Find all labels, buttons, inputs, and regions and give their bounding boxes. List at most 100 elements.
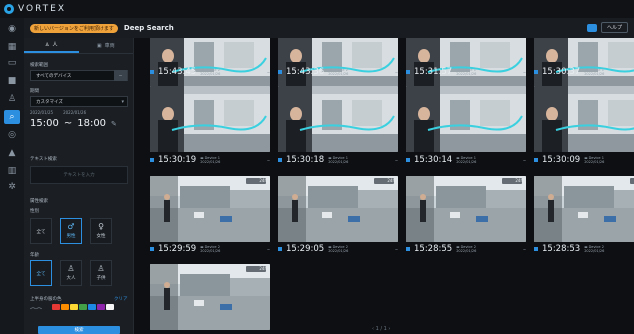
- result-date: 2022/01/26: [584, 72, 605, 76]
- select-checkbox-icon[interactable]: [406, 158, 410, 162]
- result-meta: ▬ Device 1 2022/01/26: [584, 156, 604, 165]
- more-options-icon[interactable]: –: [395, 69, 398, 76]
- date-from: 2022/01/25: [30, 110, 54, 115]
- camera-select-button[interactable]: ···: [114, 70, 127, 81]
- age-option-adult[interactable]: ♙ 大人: [60, 260, 82, 286]
- deep-search-icon[interactable]: ⌕: [4, 110, 20, 124]
- date-range: 2022/01/25 2022/01/26: [30, 110, 86, 115]
- more-options-icon[interactable]: –: [267, 157, 270, 164]
- tab-label: 人: [52, 42, 58, 48]
- select-checkbox-icon[interactable]: [406, 247, 410, 251]
- result-caption: 15:30:37▬ Device 12022/01/26–: [534, 66, 634, 78]
- select-checkbox-icon[interactable]: [278, 70, 282, 74]
- result-thumbnail[interactable]: [406, 86, 526, 152]
- option-label: 男性: [66, 234, 76, 239]
- search-button[interactable]: 検索: [38, 326, 120, 334]
- results-grid: 15:43:45 ▬ Device 2 2022/01/26–15:43:36 ▬ D…: [140, 38, 634, 334]
- option-label: 女性: [96, 234, 106, 239]
- select-checkbox-icon[interactable]: [150, 247, 154, 251]
- select-checkbox-icon[interactable]: [150, 70, 154, 74]
- playback-badge: 24h: [387, 178, 395, 183]
- select-checkbox-icon[interactable]: [534, 158, 538, 162]
- color-swatch[interactable]: [106, 304, 114, 310]
- color-swatch[interactable]: [88, 304, 96, 310]
- result-thumbnail[interactable]: 24h: [150, 176, 270, 242]
- palette-toggle-icon[interactable]: ⌒⌒: [30, 306, 42, 315]
- result-thumbnail[interactable]: 24h: [150, 264, 270, 330]
- camera-select-value: すべてのデバイス: [36, 73, 72, 79]
- result-date: 2022/01/26: [200, 249, 221, 253]
- app-logo-text: VORTEX: [18, 4, 67, 14]
- result-date: 2022/01/26: [456, 72, 477, 76]
- time-to[interactable]: 18:00: [77, 118, 106, 129]
- option-label: 子供: [96, 276, 106, 281]
- text-search-input[interactable]: テキストを入力: [30, 166, 128, 184]
- option-label: 全て: [36, 230, 46, 235]
- clear-colors-link[interactable]: クリア: [114, 296, 128, 302]
- monitor-icon[interactable]: ▭: [4, 56, 20, 70]
- color-swatch[interactable]: [52, 304, 60, 310]
- result-time: 15:28:53: [542, 244, 581, 254]
- camera-select[interactable]: すべてのデバイス ···: [30, 70, 128, 81]
- chat-icon[interactable]: [586, 23, 597, 32]
- result-meta: ▬ Device 2 2022/01/26: [200, 68, 220, 77]
- time-range[interactable]: 15:00 ~ 18:00 ✎: [30, 118, 117, 129]
- more-options-icon[interactable]: –: [523, 246, 526, 253]
- more-options-icon[interactable]: –: [523, 69, 526, 76]
- color-swatches: [52, 304, 114, 310]
- result-caption: 15:30:14 ▬ Device 1 2022/01/26 –: [406, 154, 526, 166]
- select-checkbox-icon[interactable]: [534, 70, 538, 74]
- period-select[interactable]: カスタマイズ ▾: [30, 96, 128, 107]
- more-options-icon[interactable]: –: [267, 246, 270, 253]
- camera-icon[interactable]: ■: [4, 74, 20, 88]
- result-time: 15:30:09: [542, 155, 581, 165]
- result-caption: 15:28:53▬ Device 22022/01/26–: [534, 243, 634, 255]
- result-thumbnail[interactable]: [534, 86, 634, 152]
- result-thumbnail[interactable]: 24h: [534, 176, 634, 242]
- result-thumbnail[interactable]: 24h: [278, 176, 398, 242]
- update-badge[interactable]: 新しいバージョンをご利用頂けます: [30, 23, 118, 33]
- edit-pencil-icon[interactable]: ✎: [111, 120, 117, 128]
- result-date: 2022/01/26: [328, 72, 349, 76]
- settings-gear-icon[interactable]: ✲: [4, 180, 20, 194]
- more-options-icon[interactable]: –: [395, 246, 398, 253]
- location-icon[interactable]: ◎: [4, 128, 20, 142]
- tab-vehicle[interactable]: ▣ 車両: [79, 38, 134, 53]
- male-icon: ♂: [67, 222, 75, 231]
- result-thumbnail[interactable]: [278, 86, 398, 152]
- color-swatch[interactable]: [61, 304, 69, 310]
- result-thumbnail[interactable]: 24h: [406, 176, 526, 242]
- color-swatch[interactable]: [97, 304, 105, 310]
- select-checkbox-icon[interactable]: [534, 247, 538, 251]
- female-icon: ♀: [98, 222, 104, 231]
- playback-badge: 24h: [515, 178, 523, 183]
- account-icon[interactable]: ◉: [4, 22, 20, 36]
- person-icon[interactable]: ♙: [4, 92, 20, 106]
- building-icon[interactable]: ▥: [4, 164, 20, 178]
- more-options-icon[interactable]: –: [395, 157, 398, 164]
- select-checkbox-icon[interactable]: [150, 158, 154, 162]
- result-thumbnail[interactable]: [150, 86, 270, 152]
- help-button[interactable]: ヘルプ: [600, 22, 628, 33]
- select-checkbox-icon[interactable]: [406, 70, 410, 74]
- adult-icon: ♙: [67, 264, 75, 273]
- tab-person[interactable]: ♙ 人: [24, 38, 79, 53]
- time-from[interactable]: 15:00: [30, 118, 59, 129]
- select-checkbox-icon[interactable]: [278, 247, 282, 251]
- gender-option-male[interactable]: ♂ 男性: [60, 218, 82, 244]
- result-meta: ▬ Device 1 2022/01/26: [200, 156, 220, 165]
- more-options-icon[interactable]: –: [523, 157, 526, 164]
- more-options-icon[interactable]: –: [267, 69, 270, 76]
- gender-option-female[interactable]: ♀ 女性: [90, 218, 112, 244]
- age-option-child[interactable]: ♙ 子供: [90, 260, 112, 286]
- color-swatch[interactable]: [79, 304, 87, 310]
- page-title: Deep Search: [123, 24, 174, 32]
- alert-icon[interactable]: ▲: [4, 146, 20, 160]
- select-checkbox-icon[interactable]: [278, 158, 282, 162]
- option-label: 大人: [66, 276, 76, 281]
- pagination[interactable]: ‹ 1 / 1 ›: [372, 326, 390, 332]
- grid-view-icon[interactable]: ▦: [4, 40, 20, 54]
- color-swatch[interactable]: [70, 304, 78, 310]
- gender-option-all[interactable]: 全て: [30, 218, 52, 244]
- age-option-all[interactable]: 全て: [30, 260, 52, 286]
